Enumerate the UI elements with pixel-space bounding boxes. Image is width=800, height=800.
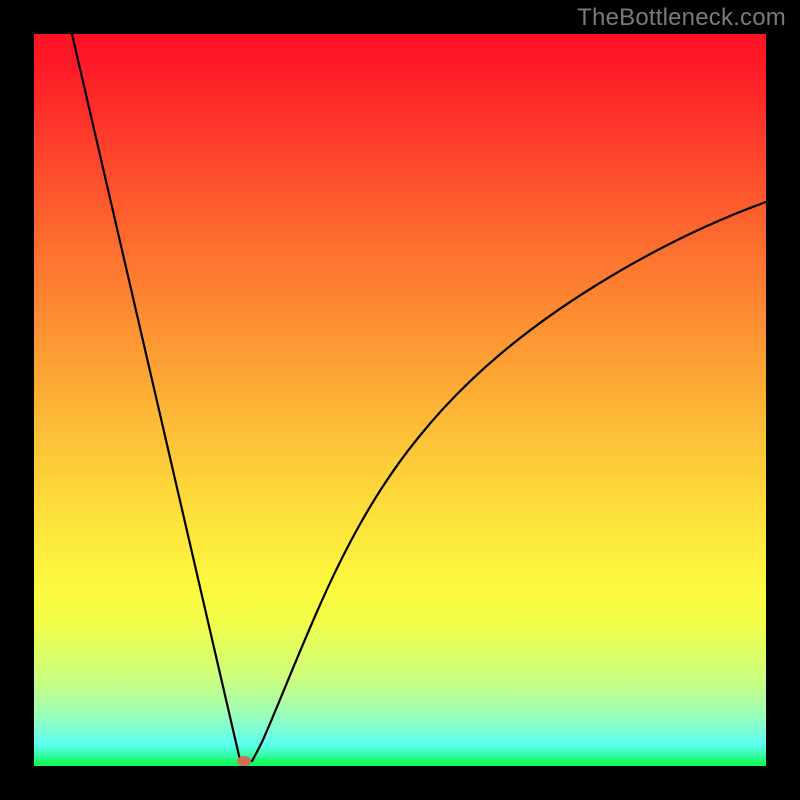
curve-left-branch: [72, 34, 240, 760]
curve-right-branch: [252, 202, 766, 761]
bottleneck-curve: [34, 34, 766, 766]
plot-area: [34, 34, 766, 766]
watermark-text: TheBottleneck.com: [577, 4, 786, 32]
optimal-point-marker: [237, 756, 251, 766]
